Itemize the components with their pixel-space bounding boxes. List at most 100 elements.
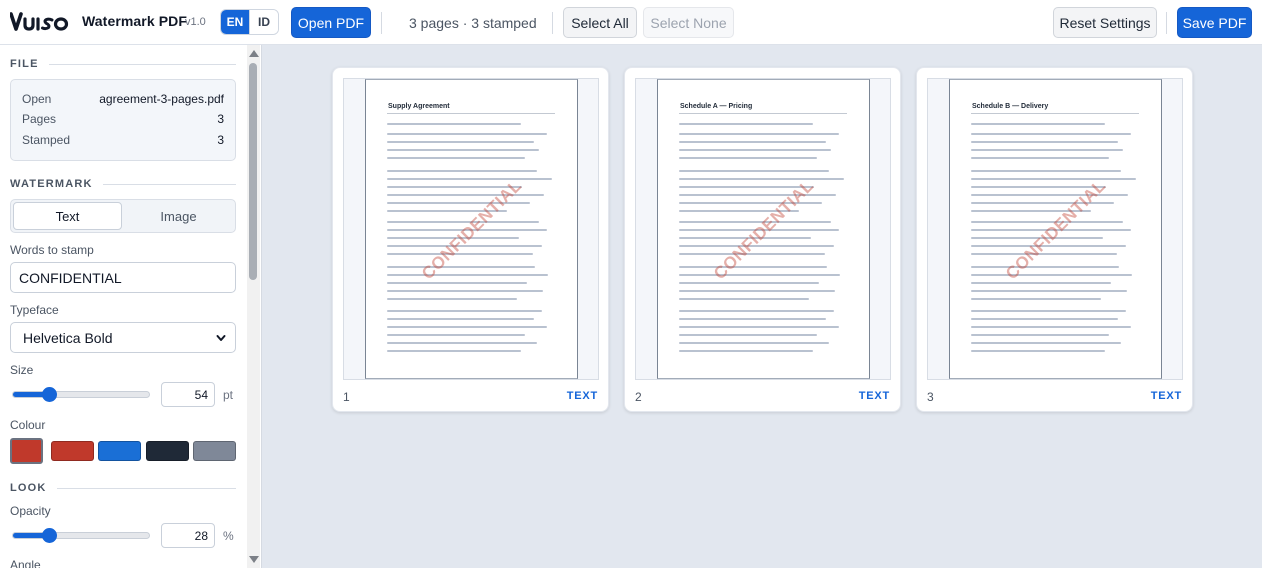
size-number-input[interactable] <box>161 382 215 407</box>
file-name-value: agreement-3-pages.pdf <box>99 92 224 106</box>
file-info-card: Open agreement-3-pages.pdf Pages 3 Stamp… <box>10 79 236 161</box>
watermark-section-heading: WATERMARK <box>10 177 236 191</box>
text-line <box>971 149 1123 151</box>
page-preview: Supply Agreement CONFIDENTIAL <box>343 78 599 380</box>
watermark-text-input[interactable] <box>10 262 236 293</box>
text-line <box>971 170 1121 172</box>
page-preview: Schedule A — Pricing CONFIDENTIAL <box>635 78 891 380</box>
text-line <box>679 350 813 352</box>
colour-swatch-blue[interactable] <box>98 441 141 461</box>
text-line <box>679 342 829 344</box>
opacity-label: Opacity <box>10 504 51 518</box>
document-heading: Schedule A — Pricing <box>680 103 753 110</box>
page-number: 3 <box>927 390 934 404</box>
text-line <box>387 123 521 125</box>
text-line <box>679 282 819 284</box>
text-line <box>971 123 1105 125</box>
typeface-select[interactable]: Helvetica Bold <box>10 322 236 353</box>
file-info-label: Pages <box>22 112 57 126</box>
text-line <box>679 149 831 151</box>
page-preview: Schedule B — Delivery CONFIDENTIAL <box>927 78 1183 380</box>
text-line <box>387 133 547 135</box>
language-en-button[interactable]: EN <box>221 10 249 34</box>
opacity-slider[interactable] <box>12 526 150 546</box>
page-count-value: 3 <box>217 112 224 126</box>
text-line <box>679 157 817 159</box>
settings-sidebar: FILE Open agreement-3-pages.pdf Pages 3 … <box>0 45 262 568</box>
app-logo <box>10 12 69 31</box>
scroll-down-arrow-icon[interactable] <box>249 556 259 563</box>
text-line <box>971 310 1126 312</box>
chevron-down-icon <box>216 335 226 341</box>
colour-swatch-black[interactable] <box>146 441 189 461</box>
text-line <box>971 282 1111 284</box>
text-line <box>971 318 1118 320</box>
colour-swatch-red-selected[interactable] <box>10 438 43 464</box>
text-line <box>971 141 1118 143</box>
opacity-number-input[interactable] <box>161 523 215 548</box>
colour-label: Colour <box>10 418 46 432</box>
heading-rule <box>679 113 847 114</box>
sidebar-scrollbar[interactable] <box>247 45 260 568</box>
watermark-mode-toggle: Text Image <box>10 199 236 233</box>
file-info-label: Stamped <box>22 133 71 147</box>
colour-swatch-grey[interactable] <box>193 441 236 461</box>
text-line <box>387 149 539 151</box>
file-info-row: Open agreement-3-pages.pdf <box>22 92 224 108</box>
size-label: Size <box>10 363 34 377</box>
page-card[interactable]: Supply Agreement CONFIDENTIAL 1 TEXT <box>332 67 609 412</box>
text-line <box>387 178 552 180</box>
page-card[interactable]: Schedule B — Delivery CONFIDENTIAL 3 TEX… <box>916 67 1193 412</box>
language-id-button[interactable]: ID <box>249 10 278 34</box>
text-line <box>679 318 826 320</box>
size-unit: pt <box>223 388 234 402</box>
heading-rule <box>971 113 1139 114</box>
reset-settings-button[interactable]: Reset Settings <box>1053 7 1157 38</box>
text-line <box>679 298 809 300</box>
slider-handle[interactable] <box>42 528 58 543</box>
open-pdf-button[interactable]: Open PDF <box>291 7 371 38</box>
text-line <box>387 141 534 143</box>
text-line <box>971 350 1105 352</box>
slider-handle[interactable] <box>42 387 58 402</box>
text-line <box>387 342 537 344</box>
text-line <box>679 170 829 172</box>
page-number: 2 <box>635 390 642 404</box>
page-card[interactable]: Schedule A — Pricing CONFIDENTIAL 2 TEXT <box>624 67 901 412</box>
size-slider[interactable] <box>12 385 150 405</box>
slider-track <box>12 391 150 398</box>
scrollbar-thumb[interactable] <box>249 63 257 280</box>
words-label: Words to stamp <box>10 243 94 257</box>
text-line <box>387 350 521 352</box>
file-section-heading: FILE <box>10 57 236 71</box>
text-line <box>971 157 1109 159</box>
select-none-button: Select None <box>643 7 734 38</box>
toolbar-divider <box>381 12 382 34</box>
text-line <box>679 133 839 135</box>
mode-text-tab[interactable]: Text <box>13 202 122 230</box>
text-line <box>387 170 537 172</box>
text-line <box>387 290 543 292</box>
slider-track <box>12 532 150 539</box>
document-heading: Supply Agreement <box>388 103 450 110</box>
mode-image-tab[interactable]: Image <box>124 202 233 230</box>
text-line <box>387 266 535 268</box>
text-line <box>971 178 1136 180</box>
colour-swatch-red[interactable] <box>51 441 94 461</box>
save-pdf-button[interactable]: Save PDF <box>1177 7 1252 38</box>
page-number: 1 <box>343 390 350 404</box>
top-toolbar: Watermark PDF v1.0 EN ID Open PDF 3 page… <box>0 0 1262 45</box>
text-line <box>971 221 1123 223</box>
text-line <box>387 221 539 223</box>
text-line <box>387 274 548 276</box>
page-mode-badge: TEXT <box>566 390 598 402</box>
select-all-button[interactable]: Select All <box>563 7 637 38</box>
scroll-up-arrow-icon[interactable] <box>249 50 259 57</box>
typeface-selected-value: Helvetica Bold <box>23 329 113 346</box>
file-info-row: Stamped 3 <box>22 133 224 149</box>
page-sheet: Supply Agreement CONFIDENTIAL <box>365 79 578 379</box>
text-line <box>679 178 844 180</box>
text-line <box>679 274 840 276</box>
page-sheet: Schedule A — Pricing CONFIDENTIAL <box>657 79 870 379</box>
angle-label: Angle <box>10 558 41 568</box>
